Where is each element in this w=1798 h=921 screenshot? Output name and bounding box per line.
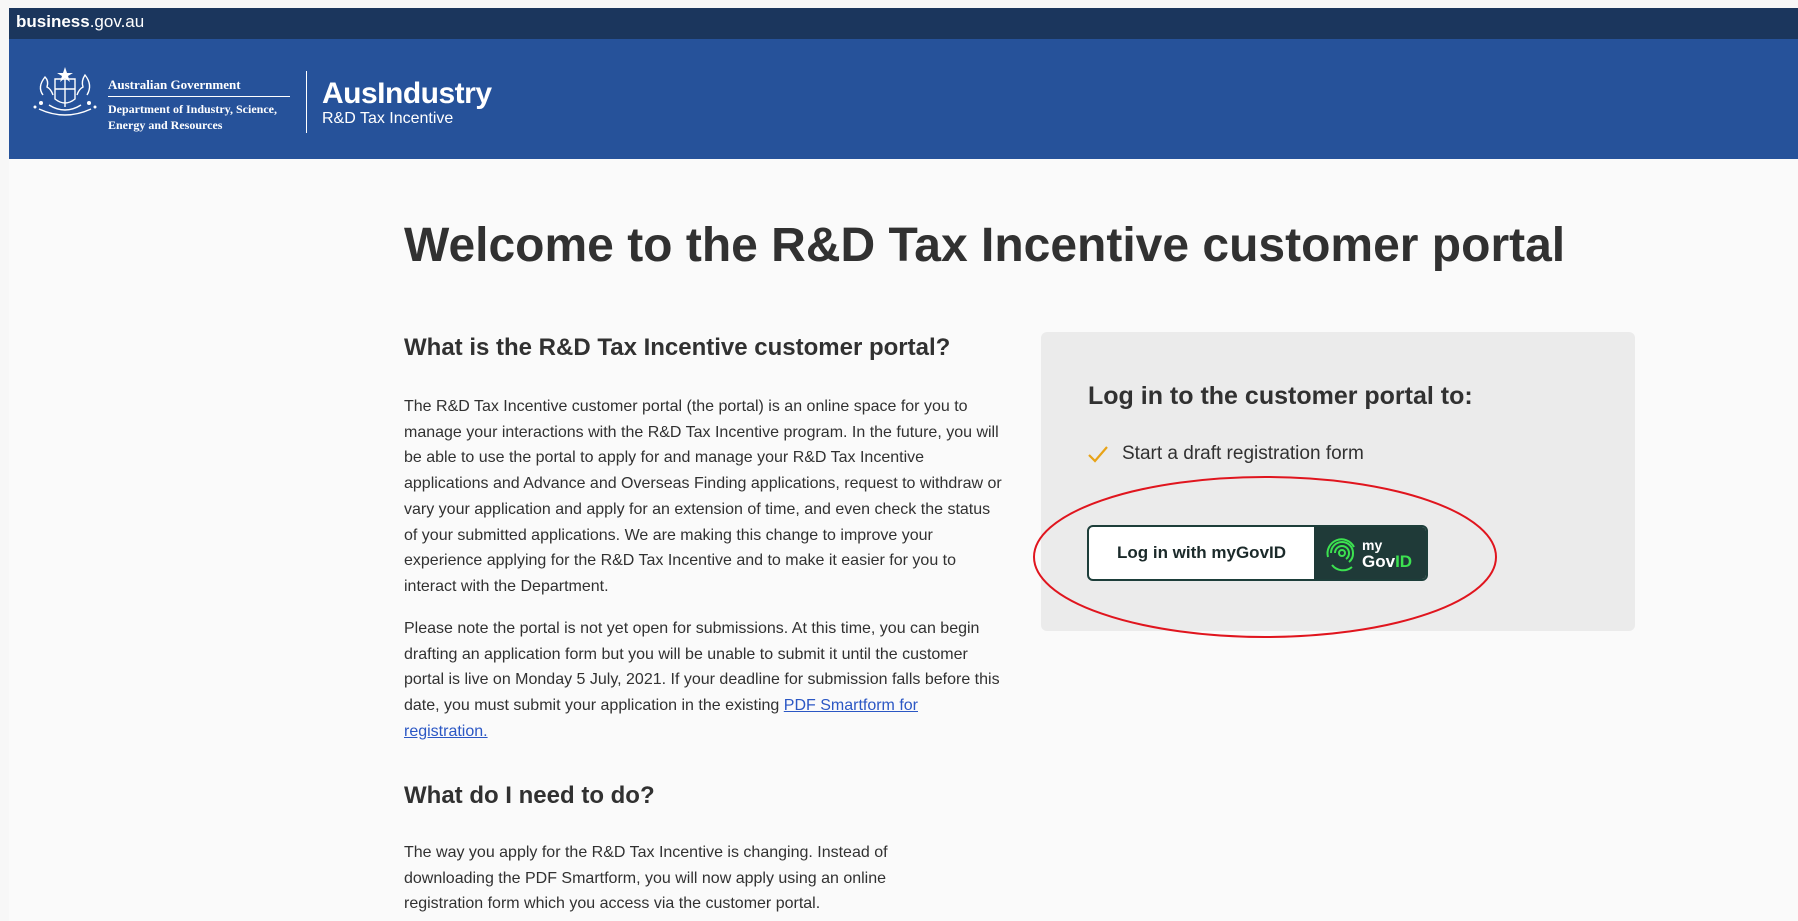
gov-line1: Australian Government — [108, 77, 290, 97]
notice-paragraph: Please note the portal is not yet open f… — [404, 616, 1004, 745]
login-benefit-item: Start a draft registration form — [1086, 442, 1364, 466]
mygovid-logo-govid: GovID — [1362, 552, 1412, 571]
mygovid-logo: my GovID — [1314, 527, 1426, 579]
mygovid-logo-my: my — [1362, 537, 1382, 553]
login-benefit-label: Start a draft registration form — [1122, 443, 1364, 464]
ausindustry-logo[interactable]: AusIndustry R&D Tax Incentive — [322, 79, 492, 128]
checkmark-icon — [1088, 446, 1108, 463]
section-heading-what-is: What is the R&D Tax Incentive customer p… — [404, 334, 951, 361]
mygovid-fingerprint-icon: my GovID — [1326, 537, 1412, 572]
top-bar: business.gov.au — [9, 8, 1798, 39]
login-panel: Log in to the customer portal to: Start … — [1041, 332, 1635, 631]
section-heading-what-to-do: What do I need to do? — [404, 782, 655, 809]
coat-of-arms-icon[interactable] — [29, 65, 101, 119]
header-divider — [306, 71, 307, 133]
login-panel-heading: Log in to the customer portal to: — [1088, 382, 1473, 410]
change-paragraph: The way you apply for the R&D Tax Incent… — [404, 844, 888, 913]
government-logo-text: Australian Government Department of Indu… — [108, 77, 290, 133]
brand-bold: business — [16, 12, 90, 31]
program-subtitle: R&D Tax Incentive — [322, 110, 454, 127]
site-header: Australian Government Department of Indu… — [9, 39, 1798, 159]
business-gov-brand[interactable]: business.gov.au — [16, 12, 144, 32]
mygovid-logo-gov: Gov — [1362, 552, 1396, 571]
brand-rest: .gov.au — [89, 12, 145, 31]
program-title: AusIndustry — [322, 77, 492, 110]
page-title: Welcome to the R&D Tax Incentive custome… — [404, 219, 1566, 272]
gov-line2: Department of Industry, Science, — [108, 102, 277, 116]
login-button-label: Log in with myGovID — [1116, 543, 1287, 562]
mygovid-logo-id: ID — [1395, 552, 1412, 571]
intro-paragraph: The R&D Tax Incentive customer portal (t… — [404, 398, 1002, 595]
gov-line3: Energy and Resources — [108, 118, 223, 132]
login-with-mygovid-button[interactable]: Log in with myGovID my GovID — [1087, 525, 1428, 581]
